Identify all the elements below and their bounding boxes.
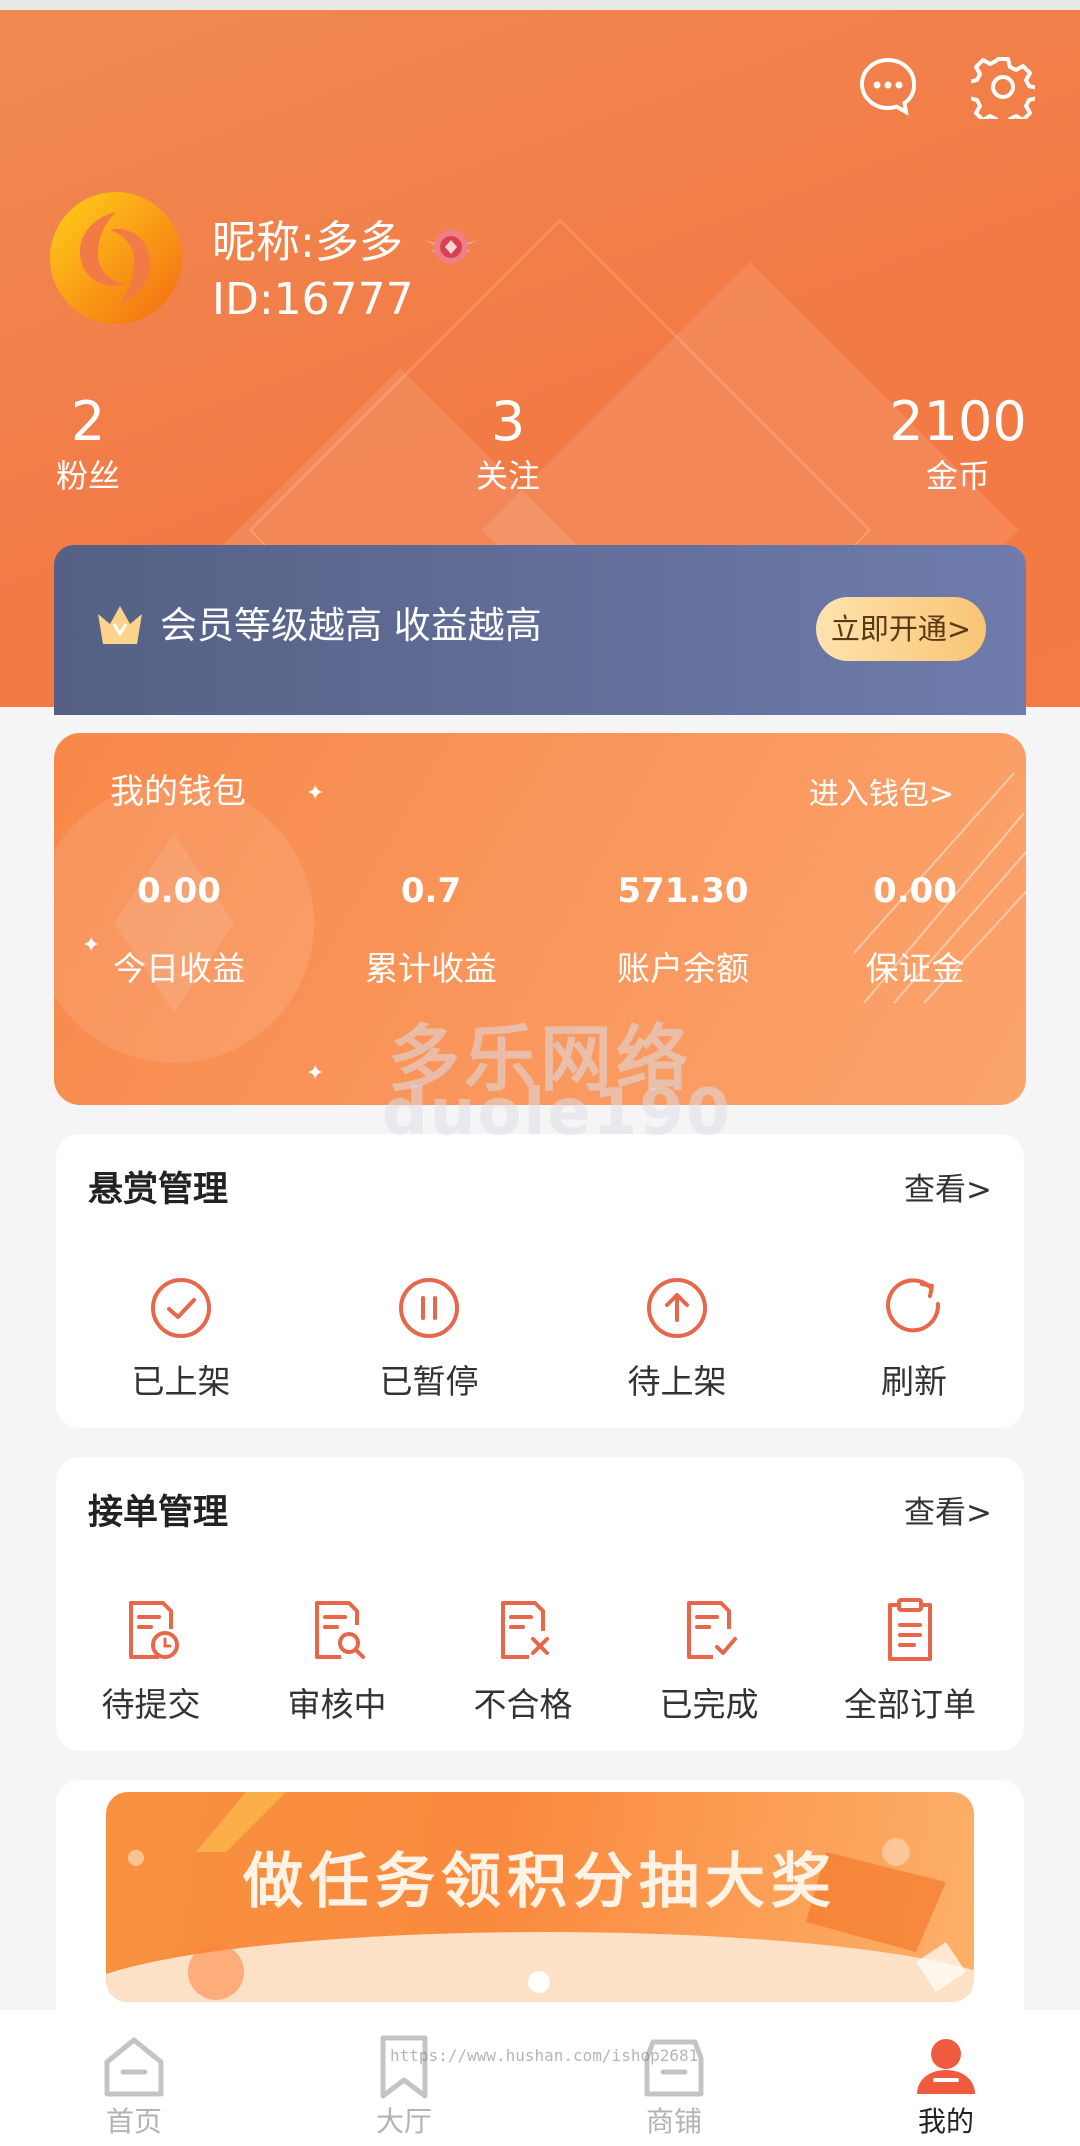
doc-check-icon (671, 1593, 747, 1669)
order-failed-button[interactable]: 不合格 (458, 1593, 588, 1729)
gear-icon[interactable] (970, 54, 1036, 120)
refresh-icon (876, 1270, 952, 1346)
vip-open-button[interactable]: 立即开通> (816, 597, 986, 661)
avatar[interactable] (48, 190, 184, 326)
check-circle-icon (143, 1270, 219, 1346)
reward-refresh-button[interactable]: 刷新 (864, 1270, 964, 1406)
tab-label: 我的 (917, 2105, 974, 2138)
chat-icon[interactable] (856, 54, 920, 118)
section-title: 悬赏管理 (88, 1170, 229, 1210)
tab-label: 商铺 (645, 2105, 702, 2138)
pause-circle-icon (391, 1270, 467, 1346)
wallet-value: 0.7 (400, 871, 462, 911)
carousel-indicator[interactable] (528, 1971, 550, 1993)
item-label: 已完成 (659, 1685, 759, 1724)
wallet-value: 0.00 (873, 871, 957, 911)
order-reviewing-button[interactable]: 审核中 (272, 1593, 402, 1729)
level-badge-icon (420, 222, 482, 272)
vip-banner-text: 会员等级越高 收益越高 (160, 604, 542, 647)
vip-banner[interactable]: 会员等级越高 收益越高 立即开通> (54, 545, 1026, 715)
stat-label: 金币 (925, 457, 990, 495)
item-label: 已上架 (131, 1362, 231, 1401)
wallet-today-income[interactable]: 0.00 今日收益 (64, 867, 294, 993)
clipboard-icon (872, 1593, 948, 1669)
profile-page: 昵称:多多 ID:16777 2 粉丝 3 关注 2100 金币 会员等级越高 … (0, 0, 1080, 2146)
status-bar (0, 0, 1080, 10)
promo-banner-text: 做任务领积分抽大奖 (243, 1847, 837, 1917)
item-label: 不合格 (473, 1685, 573, 1724)
sparkle-icon: ✦ (306, 1061, 325, 1086)
home-icon (99, 2032, 169, 2102)
tab-label: 首页 (105, 2105, 162, 2138)
tab-mine[interactable]: 我的 (876, 2010, 1016, 2146)
tab-label: 大厅 (375, 2105, 432, 2138)
tab-home[interactable]: 首页 (64, 2010, 204, 2146)
wallet-value: 571.30 (617, 871, 749, 911)
item-label: 待上架 (627, 1362, 727, 1401)
shop-icon (639, 2032, 709, 2102)
wallet-balance[interactable]: 571.30 账户余额 (568, 867, 798, 993)
reward-paused-button[interactable]: 已暂停 (364, 1270, 494, 1406)
item-label: 全部订单 (844, 1685, 976, 1724)
item-label: 待提交 (101, 1685, 201, 1724)
wallet-title: 我的钱包 (110, 772, 246, 812)
stat-fans[interactable]: 2 粉丝 (48, 390, 128, 498)
tab-hall[interactable]: 大厅 (334, 2010, 474, 2146)
wallet-label: 保证金 (865, 949, 965, 988)
watermark-url: https://www.hushan.com/ishop2681 (390, 2046, 699, 2065)
user-id: ID:16777 (212, 274, 414, 325)
item-label: 已暂停 (379, 1362, 479, 1401)
sparkle-icon: ✦ (306, 781, 325, 806)
wallet-value: 0.00 (137, 871, 221, 911)
stat-value: 3 (490, 390, 526, 453)
stat-coins[interactable]: 2100 金币 (880, 390, 1036, 498)
stat-value: 2 (70, 390, 106, 453)
wallet-total-income[interactable]: 0.7 累计收益 (316, 867, 546, 993)
stat-label: 粉丝 (55, 457, 120, 495)
wallet-enter-link[interactable]: 进入钱包> (809, 773, 954, 817)
order-all-button[interactable]: 全部订单 (830, 1593, 990, 1729)
order-to-submit-button[interactable]: 待提交 (86, 1593, 216, 1729)
order-completed-button[interactable]: 已完成 (644, 1593, 774, 1729)
wallet-card: 我的钱包 进入钱包> ✦ ✦ ✦ 0.00 今日收益 0.7 累计收益 571.… (54, 733, 1026, 1105)
stat-following[interactable]: 3 关注 (468, 390, 548, 498)
order-management-card: 接单管理 查看> 待提交 审核中 不合格 已完成 全部订单 (56, 1457, 1024, 1751)
view-more-link[interactable]: 查看> (904, 1162, 992, 1218)
tab-shop[interactable]: 商铺 (604, 2010, 744, 2146)
view-more-link[interactable]: 查看> (904, 1485, 992, 1541)
section-title: 接单管理 (88, 1493, 229, 1533)
reward-management-card: 悬赏管理 查看> 已上架 已暂停 待上架 刷新 (56, 1134, 1024, 1428)
doc-x-icon (485, 1593, 561, 1669)
bookmark-icon (369, 2032, 439, 2102)
reward-pending-button[interactable]: 待上架 (612, 1270, 742, 1406)
doc-clock-icon (113, 1593, 189, 1669)
wallet-deposit[interactable]: 0.00 保证金 (800, 867, 1026, 993)
user-icon (911, 2032, 981, 2102)
wallet-label: 累计收益 (365, 949, 497, 988)
wallet-label: 今日收益 (113, 949, 245, 988)
crown-icon (94, 600, 146, 650)
wallet-label: 账户余额 (617, 949, 749, 988)
doc-search-icon (299, 1593, 375, 1669)
reward-listed-button[interactable]: 已上架 (116, 1270, 246, 1406)
nickname: 昵称:多多 (212, 217, 403, 268)
stat-value: 2100 (889, 390, 1027, 453)
bottom-tabbar: 首页 大厅 商铺 我的 (0, 2010, 1080, 2146)
item-label: 审核中 (287, 1685, 387, 1724)
item-label: 刷新 (881, 1362, 947, 1401)
upload-circle-icon (639, 1270, 715, 1346)
stat-label: 关注 (475, 457, 540, 495)
